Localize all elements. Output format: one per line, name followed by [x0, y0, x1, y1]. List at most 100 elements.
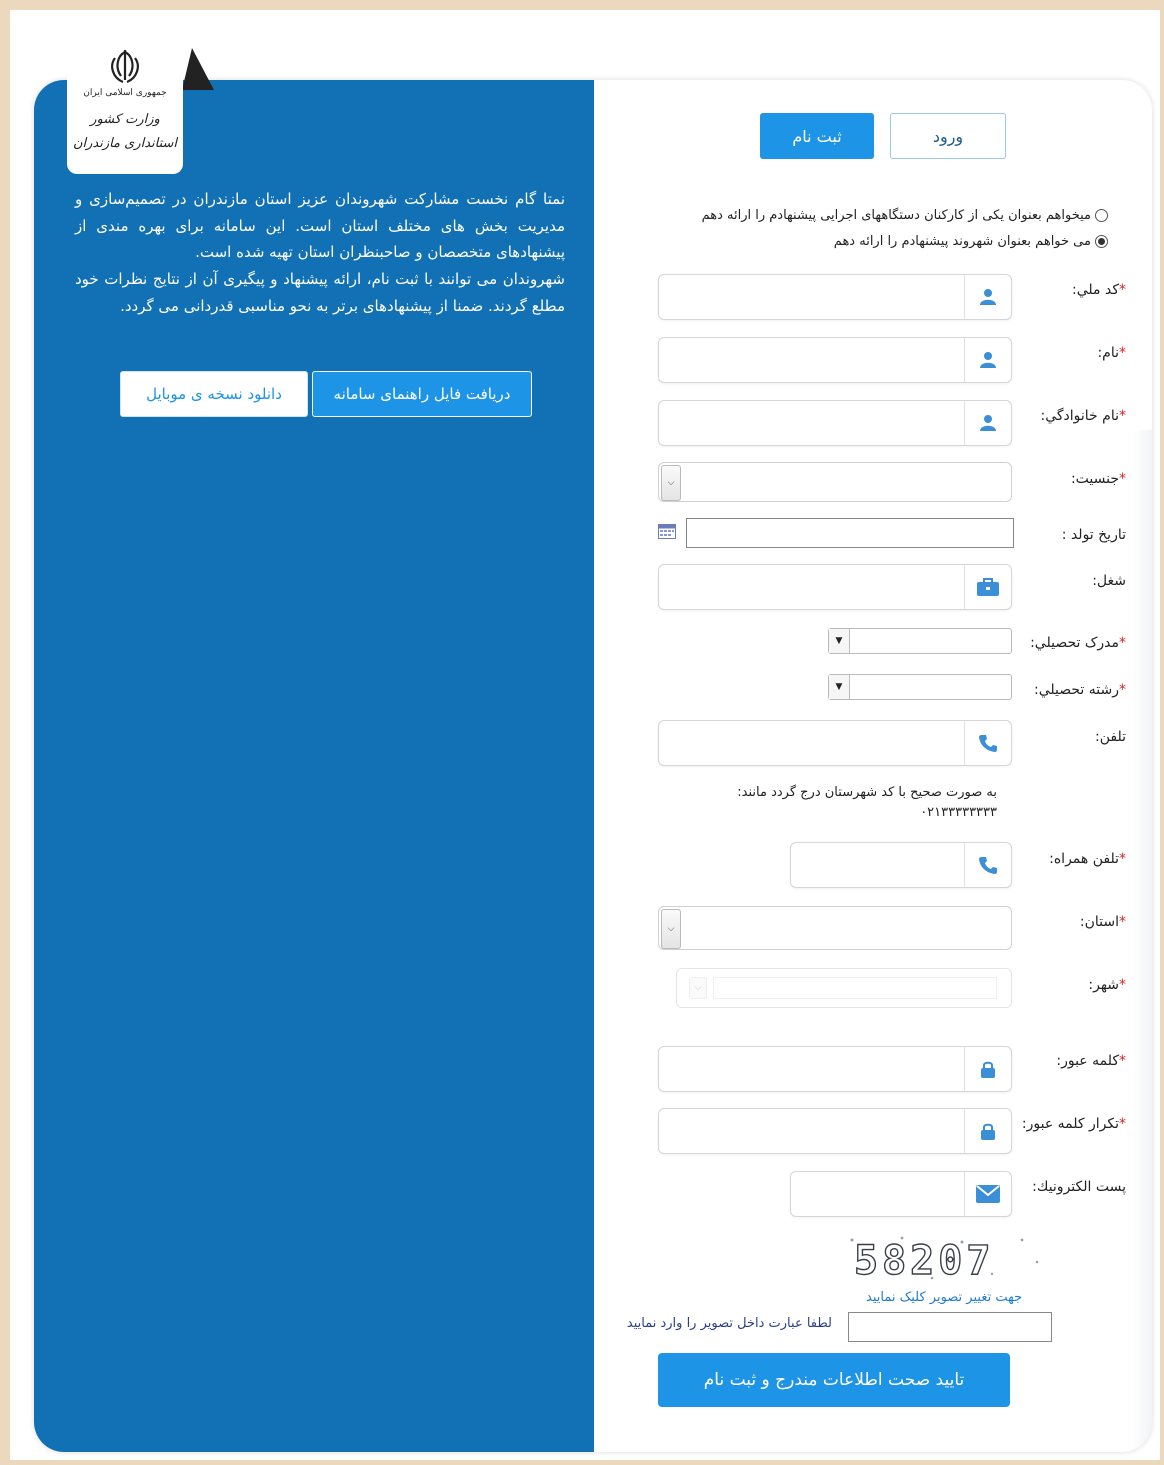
- required-mark: *: [1119, 1116, 1126, 1132]
- password-repeat-label-text: تکرار کلمه عبور:: [1021, 1116, 1119, 1132]
- last-name-label: *نام خانوادگي:: [1040, 408, 1126, 424]
- city-select[interactable]: ⌵: [676, 968, 1012, 1008]
- required-mark: *: [1119, 471, 1126, 487]
- field-label-text: رشته تحصيلي:: [1034, 682, 1119, 698]
- first-name-label-text: نام:: [1097, 345, 1119, 361]
- city-select-inner: [713, 977, 997, 999]
- phone-icon: [964, 843, 1011, 887]
- national-code-input[interactable]: [667, 283, 953, 311]
- province-label-text: استان:: [1079, 914, 1119, 930]
- province-label: *استان:: [1080, 914, 1126, 930]
- first-name-input[interactable]: [667, 346, 953, 374]
- email-label: پست الکترونيك:: [1032, 1179, 1126, 1195]
- radio-employee[interactable]: [1095, 209, 1108, 222]
- logo-text-governorate: استانداری مازندران: [72, 136, 178, 151]
- mobile-field[interactable]: [790, 842, 1012, 888]
- user-icon: [964, 401, 1011, 445]
- required-mark: *: [1119, 408, 1126, 424]
- last-name-field[interactable]: [658, 400, 1012, 446]
- submit-button[interactable]: تایید صحت اطلاعات مندرج و ثبت نام: [658, 1353, 1010, 1407]
- logo: جمهوری اسلامی ایران وزارت کشور استانداری…: [67, 40, 183, 174]
- gender-label: *جنسيت:: [1071, 471, 1126, 487]
- dropdown-arrow-icon[interactable]: ▼: [829, 629, 850, 653]
- province-select[interactable]: ⌵: [658, 906, 1012, 950]
- phone-input[interactable]: [667, 729, 953, 757]
- captcha-code: 58207: [854, 1238, 994, 1284]
- city-label: *شهر:: [1088, 977, 1126, 993]
- captcha-refresh-link[interactable]: جهت تغيير تصوير کليک نماييد: [866, 1290, 1022, 1305]
- required-mark: *: [1119, 345, 1126, 361]
- phone-field[interactable]: [658, 720, 1012, 766]
- tab-register[interactable]: ثبت نام: [760, 113, 874, 159]
- captcha-input-label: لطفا عبارت داخل تصویر را وارد نمایید: [626, 1316, 832, 1331]
- required-mark: *: [1119, 682, 1126, 698]
- mobile-label: *تلفن همراه:: [1049, 851, 1126, 867]
- envelope-icon: [964, 1172, 1011, 1216]
- intro-paragraph-2: شهروندان می توانند با ثبت نام، ارائه پیش…: [75, 270, 565, 315]
- tab-login[interactable]: ورود: [890, 113, 1006, 159]
- intro-paragraph-1: نمتا گام نخست مشارکت شهروندان عزیز استان…: [75, 190, 565, 262]
- captcha-input[interactable]: [848, 1312, 1052, 1342]
- phone-hint: به صورت صحيح با کد شهرستان درج گردد مانن…: [737, 785, 997, 820]
- first-name-label: *نام:: [1097, 345, 1126, 361]
- mobile-input[interactable]: [799, 851, 953, 879]
- degree-label: *مدرک تحصيلي:: [1030, 635, 1126, 651]
- lock-icon: [964, 1109, 1011, 1153]
- card-shade: [1132, 430, 1152, 1452]
- birth-date-label: تاريخ تولد :: [1061, 527, 1126, 543]
- job-field[interactable]: [658, 564, 1012, 610]
- dropdown-arrow-icon[interactable]: ▼: [829, 675, 850, 699]
- required-mark: *: [1119, 1053, 1126, 1069]
- birth-date-input[interactable]: [686, 518, 1014, 548]
- logo-text-ministry: وزارت کشور: [90, 112, 160, 127]
- password-repeat-label: *تکرار کلمه عبور:: [1022, 1116, 1126, 1132]
- password-field[interactable]: [658, 1046, 1012, 1092]
- captcha-image[interactable]: 58207: [842, 1232, 1047, 1284]
- required-mark: *: [1119, 914, 1126, 930]
- user-icon: [964, 338, 1011, 382]
- calendar-icon[interactable]: [658, 524, 676, 539]
- radio-citizen-label: می خواهم بعنوان شهروند پیشنهادم را ارائه…: [833, 234, 1091, 249]
- logo-flag-decoration: [182, 48, 214, 90]
- logo-text-country: جمهوری اسلامی ایران: [83, 88, 167, 98]
- download-guide-button[interactable]: دریافت فایل راهنمای سامانه: [312, 371, 532, 417]
- last-name-label-text: نام خانوادگي:: [1040, 408, 1119, 424]
- field-select[interactable]: ▼: [828, 674, 1012, 700]
- emblem-icon: [111, 50, 139, 84]
- field-label: *رشته تحصيلي:: [1034, 682, 1126, 698]
- password-input[interactable]: [667, 1055, 953, 1083]
- lock-icon: [964, 1047, 1011, 1091]
- password-repeat-input[interactable]: [667, 1117, 953, 1145]
- password-label: *کلمه عبور:: [1056, 1053, 1126, 1069]
- required-mark: *: [1119, 282, 1126, 298]
- email-field[interactable]: [790, 1171, 1012, 1217]
- radio-citizen-row[interactable]: می خواهم بعنوان شهروند پیشنهادم را ارائه…: [834, 234, 1108, 249]
- radio-citizen[interactable]: [1095, 235, 1108, 248]
- password-label-text: کلمه عبور:: [1056, 1053, 1119, 1069]
- briefcase-icon: [964, 565, 1011, 609]
- email-input[interactable]: [799, 1180, 953, 1208]
- phone-label: تلفن:: [1095, 729, 1126, 745]
- required-mark: *: [1119, 635, 1126, 651]
- chevron-down-icon[interactable]: ⌵: [661, 465, 681, 501]
- job-input[interactable]: [667, 573, 953, 601]
- national-code-field[interactable]: [658, 274, 1012, 320]
- gender-label-text: جنسيت:: [1070, 471, 1119, 487]
- required-mark: *: [1119, 851, 1126, 867]
- degree-select[interactable]: ▼: [828, 628, 1012, 654]
- chevron-down-icon[interactable]: ⌵: [661, 909, 681, 949]
- password-repeat-field[interactable]: [658, 1108, 1012, 1154]
- radio-employee-label: میخواهم بعنوان یکی از کارکنان دستگاههای …: [701, 208, 1091, 223]
- required-mark: *: [1119, 977, 1126, 993]
- national-code-label-text: کد ملي:: [1072, 282, 1119, 298]
- page: جمهوری اسلامی ایران وزارت کشور استانداری…: [10, 10, 1160, 1460]
- user-icon: [964, 275, 1011, 319]
- last-name-input[interactable]: [667, 409, 953, 437]
- first-name-field[interactable]: [658, 337, 1012, 383]
- intro-text: نمتا گام نخست مشارکت شهروندان عزیز استان…: [75, 186, 565, 320]
- gender-select[interactable]: ⌵: [658, 462, 1012, 502]
- chevron-down-icon[interactable]: ⌵: [689, 977, 707, 999]
- download-mobile-button[interactable]: دانلود نسخه ی موبایل: [120, 371, 308, 417]
- radio-employee-row[interactable]: میخواهم بعنوان یکی از کارکنان دستگاههای …: [702, 208, 1108, 223]
- phone-icon: [964, 721, 1011, 765]
